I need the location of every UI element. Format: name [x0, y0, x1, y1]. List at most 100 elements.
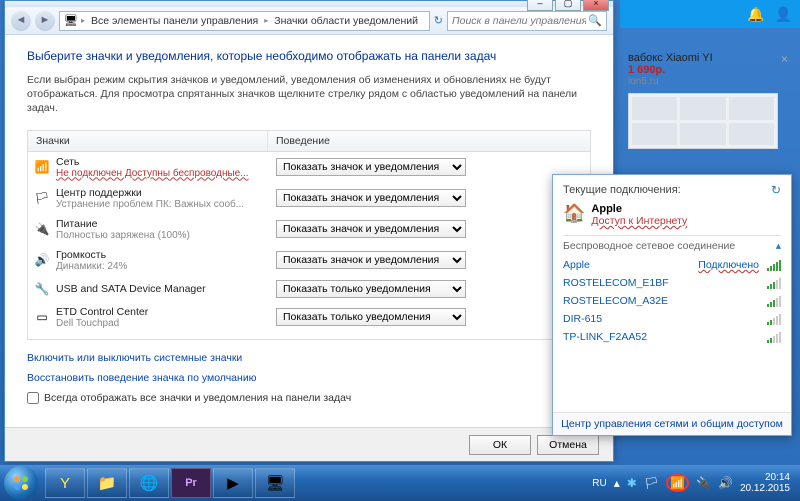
current-network-name: Apple — [591, 203, 687, 215]
network-item[interactable]: ROSTELECOM_A32E — [563, 292, 781, 310]
signal-icon — [767, 296, 781, 307]
row-subtitle: Dell Touchpad — [56, 318, 270, 329]
tray-date: 20.12.2015 — [740, 483, 790, 494]
icons-table: Значки Поведение 📶СетьНе подключен Досту… — [27, 130, 591, 340]
content-pane: Выберите значки и уведомления, которые н… — [5, 35, 613, 427]
control-panel-window: – ▢ × ◄ ► 🖥 ▸ Все элементы панели управл… — [4, 0, 614, 462]
minimize-button[interactable]: – — [527, 0, 553, 11]
network-ssid: TP-LINK_F2AA52 — [563, 331, 647, 343]
tray-clock[interactable]: 20:14 20.12.2015 — [740, 472, 790, 494]
row-name: Громкость — [56, 249, 270, 261]
header-icons: Значки — [28, 131, 268, 151]
row-text: Центр поддержкиУстранение проблем ПК: Ва… — [56, 187, 270, 210]
table-row: 🔧USB and SATA Device ManagerПоказать тол… — [28, 276, 590, 302]
behavior-select[interactable]: Показать значок и уведомления — [276, 251, 466, 269]
ad-block: × вабокс Xiaomi YI 1 690р. ion5.ru — [628, 52, 788, 149]
language-indicator[interactable]: RU — [592, 478, 606, 489]
behavior-select[interactable]: Показать значок и уведомления — [276, 220, 466, 238]
toggle-system-icons-link[interactable]: Включить или выключить системные значки — [27, 352, 591, 364]
tray-network-icon[interactable]: 📶 — [666, 474, 689, 492]
close-button[interactable]: × — [583, 0, 609, 11]
network-ssid: DIR-615 — [563, 313, 602, 325]
row-text: ПитаниеПолностью заряжена (100%) — [56, 218, 270, 241]
row-name: USB and SATA Device Manager — [56, 283, 270, 295]
row-name: ETD Control Center — [56, 306, 270, 318]
ad-title: вабокс Xiaomi YI — [628, 52, 788, 64]
ok-button[interactable]: ОК — [469, 435, 531, 455]
dialog-buttons: ОК Отмена — [5, 427, 613, 461]
tray-chevron-icon[interactable]: ▴ — [614, 476, 620, 490]
ad-thumbnails[interactable] — [628, 93, 778, 149]
ad-price: 1 690р. — [628, 64, 788, 76]
network-flyout: Текущие подключения: ↻ 🏠 Apple Доступ к … — [552, 174, 792, 436]
tray-power-icon[interactable]: 🔌 — [696, 476, 711, 490]
behavior-select[interactable]: Показать только уведомления — [276, 280, 466, 298]
refresh-icon[interactable]: ↻ — [434, 14, 443, 27]
network-item[interactable]: DIR-615 — [563, 310, 781, 328]
network-item[interactable]: TP-LINK_F2AA52 — [563, 328, 781, 346]
row-icon: 🔊 — [34, 252, 50, 268]
row-subtitle: Полностью заряжена (100%) — [56, 230, 270, 241]
start-button[interactable] — [4, 466, 38, 500]
tray-volume-icon[interactable]: 🔊 — [718, 476, 733, 490]
always-show-checkbox[interactable] — [27, 392, 39, 404]
row-text: USB and SATA Device Manager — [56, 283, 270, 295]
table-row: 🔊 ГромкостьДинамики: 24% Показать значок и… — [28, 245, 590, 276]
table-row: 🔌 ПитаниеПолностью заряжена (100%) Показат… — [28, 214, 590, 245]
search-box[interactable]: 🔍 — [447, 11, 607, 31]
network-list: AppleПодключено ROSTELECOM_E1BF ROSTELECOM… — [563, 256, 781, 346]
row-subtitle: Динамики: 24% — [56, 261, 270, 272]
row-name: Питание — [56, 218, 270, 230]
address-bar: ◄ ► 🖥 ▸ Все элементы панели управления ▸… — [5, 7, 613, 35]
refresh-icon[interactable]: ↻ — [771, 183, 781, 197]
collapse-icon[interactable]: ▴ — [776, 240, 781, 252]
taskbar-app-yandex[interactable]: Y — [45, 468, 85, 498]
user-icon[interactable]: 👤 — [775, 6, 792, 23]
row-subtitle: Устранение проблем ПК: Важных сооб... — [56, 199, 270, 210]
taskbar-app-chrome[interactable]: 🌐 — [129, 468, 169, 498]
network-ssid: ROSTELECOM_E1BF — [563, 277, 669, 289]
cancel-button[interactable]: Отмена — [537, 435, 599, 455]
current-connection: 🏠 Apple Доступ к Интернету — [563, 203, 781, 227]
row-icon: 🔌 — [34, 221, 50, 237]
row-text: СетьНе подключен Доступны беспроводные..… — [56, 156, 270, 179]
row-name: Центр поддержки — [56, 187, 270, 199]
restore-defaults-link[interactable]: Восстановить поведение значка по умолчан… — [27, 372, 591, 384]
behavior-select[interactable]: Показать значок и уведомления — [276, 189, 466, 207]
taskbar-app-media[interactable]: ▶ — [213, 468, 253, 498]
row-text: ETD Control CenterDell Touchpad — [56, 306, 270, 329]
current-network-status: Доступ к Интернету — [591, 215, 687, 227]
current-connections-label: Текущие подключения: — [563, 184, 681, 196]
signal-icon — [767, 314, 781, 325]
breadcrumb-item[interactable]: Все элементы панели управления — [88, 15, 261, 27]
taskbar-app-explorer[interactable]: 📁 — [87, 468, 127, 498]
network-item[interactable]: ROSTELECOM_E1BF — [563, 274, 781, 292]
breadcrumb[interactable]: 🖥 ▸ Все элементы панели управления ▸ Зна… — [59, 11, 430, 31]
network-ssid: Apple — [563, 259, 590, 271]
chevron-right-icon: ▸ — [81, 16, 85, 25]
behavior-select[interactable]: Показать значок и уведомления — [276, 158, 466, 176]
breadcrumb-item[interactable]: Значки области уведомлений — [271, 15, 421, 27]
forward-button[interactable]: ► — [35, 11, 55, 31]
network-item[interactable]: AppleПодключено — [563, 256, 781, 274]
row-icon: ▭ — [34, 309, 50, 325]
behavior-select[interactable]: Показать только уведомления — [276, 308, 466, 326]
tray-action-center-icon[interactable]: 🏳 — [644, 476, 659, 490]
tray-icon[interactable]: ✱ — [627, 476, 637, 490]
taskbar-app-premiere[interactable]: Pr — [171, 468, 211, 498]
signal-icon — [767, 332, 781, 343]
signal-icon — [767, 278, 781, 289]
back-button[interactable]: ◄ — [11, 11, 31, 31]
always-show-checkbox-row[interactable]: Всегда отображать все значки и уведомлен… — [27, 392, 591, 404]
ad-site: ion5.ru — [628, 76, 788, 87]
bell-icon[interactable]: 🔔 — [747, 6, 764, 23]
network-center-link[interactable]: Центр управления сетями и общим доступом — [553, 412, 791, 435]
ad-close-icon[interactable]: × — [781, 52, 788, 66]
search-icon[interactable]: 🔍 — [588, 14, 602, 27]
taskbar-app-control-panel[interactable]: 🖥 — [255, 468, 295, 498]
search-input[interactable] — [452, 15, 586, 27]
network-flyout-header: Текущие подключения: ↻ — [563, 183, 781, 197]
maximize-button[interactable]: ▢ — [555, 0, 581, 11]
row-text: ГромкостьДинамики: 24% — [56, 249, 270, 272]
tray-time: 20:14 — [740, 472, 790, 483]
